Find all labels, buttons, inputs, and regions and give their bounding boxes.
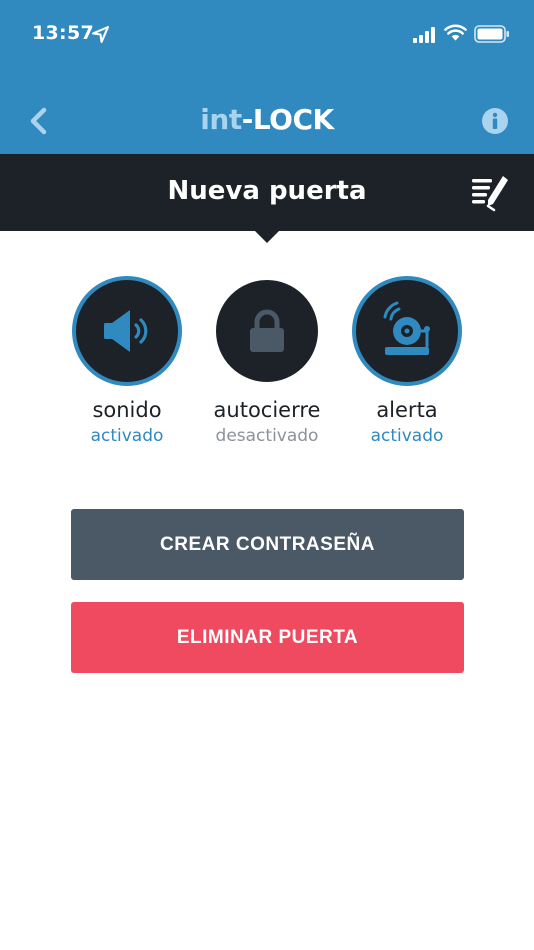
app-name-prefix: int: [200, 103, 242, 136]
feature-state: activado: [90, 426, 164, 446]
delete-door-button[interactable]: ELIMINAR PUERTA: [71, 602, 464, 673]
alert-toggle-button[interactable]: [352, 276, 462, 386]
app-logo-title: int-LOCK: [0, 103, 534, 136]
status-time: 13:57: [32, 22, 94, 44]
cellular-signal-icon: [413, 27, 435, 43]
app-name-suffix: -LOCK: [241, 103, 335, 136]
status-bar: 13:57: [0, 0, 534, 70]
feature-state: activado: [370, 426, 444, 446]
sound-toggle-button[interactable]: [72, 276, 182, 386]
feature-name: alerta: [376, 398, 438, 422]
info-icon[interactable]: [481, 107, 509, 135]
autolock-toggle-button[interactable]: [212, 276, 322, 386]
wifi-icon: [444, 24, 467, 41]
feature-name: autocierre: [213, 398, 321, 422]
feature-state: desactivado: [215, 426, 319, 446]
feature-name: sonido: [92, 398, 162, 422]
edit-list-icon[interactable]: [470, 174, 510, 212]
door-title: Nueva puerta: [167, 176, 367, 206]
feature-alerta[interactable]: alerta activado: [332, 276, 482, 446]
speaker-icon: [104, 310, 148, 352]
alarm-bell-icon: [383, 301, 430, 355]
title-bar-pointer: [254, 230, 280, 243]
create-password-button[interactable]: CREAR CONTRASEÑA: [71, 509, 464, 580]
feature-sonido[interactable]: sonido activado: [52, 276, 202, 446]
battery-icon: [474, 25, 509, 43]
padlock-icon: [250, 309, 284, 352]
feature-autocierre[interactable]: autocierre desactivado: [192, 276, 342, 446]
location-arrow-icon: [92, 26, 109, 43]
